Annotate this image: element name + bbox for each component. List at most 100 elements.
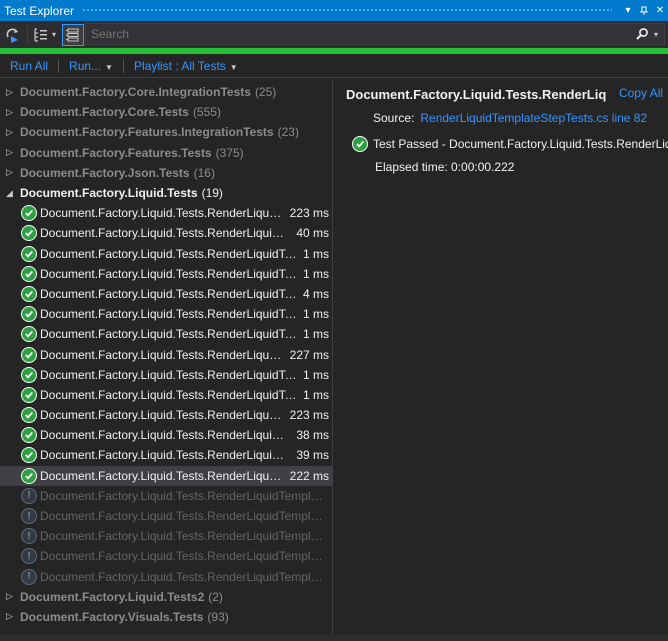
test-name: Document.Factory.Liquid.Tests.RenderLiqu… — [40, 246, 297, 261]
passed-icon — [21, 407, 37, 424]
test-item[interactable]: ! Document.Factory.Liquid.Tests.RenderLiq… — [0, 506, 332, 526]
test-group[interactable]: ▷ Document.Factory.Features.IntegrationTe… — [0, 122, 332, 142]
test-item[interactable]: ! Document.Factory.Liquid.Tests.RenderLiq… — [0, 526, 332, 546]
search-box[interactable]: ▾ — [85, 23, 665, 45]
copy-all-link[interactable]: Copy All — [619, 86, 663, 100]
test-item[interactable]: ! Document.Factory.Liquid.Tests.RenderLiq… — [0, 567, 332, 587]
test-item[interactable]: Document.Factory.Liquid.Tests.RenderLiqu… — [0, 365, 332, 385]
passed-icon — [21, 386, 37, 403]
test-name: Document.Factory.Liquid.Tests.RenderLiqu… — [40, 549, 323, 564]
elapsed-time: Elapsed time: 0:00:00.222 — [375, 160, 515, 174]
expand-arrow-icon[interactable]: ▷ — [6, 87, 20, 98]
test-duration: 40 ms — [296, 226, 329, 241]
passed-icon — [21, 265, 37, 282]
group-by-button[interactable] — [30, 24, 52, 46]
test-item[interactable]: Document.Factory.Liquid.Tests.RenderLiqu… — [0, 344, 332, 364]
window-menu-button[interactable]: ▾ — [620, 5, 636, 16]
passed-icon — [21, 346, 37, 363]
test-name: Document.Factory.Liquid.Tests.RenderLiqu… — [40, 387, 297, 402]
test-detail-pane: Document.Factory.Liquid.Tests.RenderLiq … — [333, 80, 668, 635]
passed-icon — [21, 366, 37, 383]
test-duration: 1 ms — [302, 307, 329, 322]
run-all-label: Run All — [10, 59, 49, 73]
run-all-link[interactable]: Run All — [6, 59, 52, 73]
search-input[interactable] — [86, 24, 630, 44]
test-group[interactable]: ▷ Document.Factory.Features.Tests (375) — [0, 143, 332, 163]
toolbar: ▾ ▾ — [0, 21, 668, 48]
group-name: Document.Factory.Core.Tests — [20, 105, 189, 120]
test-group[interactable]: ◢ Document.Factory.Liquid.Tests (19) — [0, 183, 332, 203]
test-item[interactable]: Document.Factory.Liquid.Tests.RenderLiqu… — [0, 223, 332, 243]
group-count: (375) — [215, 145, 244, 160]
test-item[interactable]: ! Document.Factory.Liquid.Tests.RenderLiq… — [0, 546, 332, 566]
test-duration: 39 ms — [296, 448, 329, 463]
test-item[interactable]: Document.Factory.Liquid.Tests.RenderLiqu… — [0, 425, 332, 445]
test-item[interactable]: Document.Factory.Liquid.Tests.RenderLiqu… — [0, 324, 332, 344]
test-name: Document.Factory.Liquid.Tests.RenderLiqu… — [40, 286, 297, 301]
command-bar-divider — [0, 77, 668, 78]
title-grip[interactable] — [82, 8, 612, 13]
run-label: Run... — [69, 59, 102, 73]
group-count: (19) — [201, 186, 223, 201]
test-group[interactable]: ▷ Document.Factory.Core.Tests (555) — [0, 102, 332, 122]
test-name: Document.Factory.Liquid.Tests.RenderLiqu… — [40, 468, 284, 483]
playlist-link[interactable]: Playlist : All Tests ▼ — [130, 59, 242, 73]
passed-icon — [21, 427, 37, 444]
test-group[interactable]: ▷ Document.Factory.Core.IntegrationTests(… — [0, 82, 332, 102]
test-item[interactable]: Document.Factory.Liquid.Tests.RenderLiqu… — [0, 304, 332, 324]
test-item[interactable]: Document.Factory.Liquid.Tests.RenderLiqu… — [0, 203, 332, 223]
search-icon[interactable] — [630, 27, 654, 41]
show-test-hierarchy-button[interactable] — [62, 23, 84, 46]
source-link[interactable]: RenderLiquidTemplateStepTests.cs line 82 — [420, 111, 647, 125]
hierarchy-icon — [66, 28, 79, 41]
group-count: (93) — [207, 609, 229, 624]
test-duration: 1 ms — [302, 387, 329, 402]
not-run-icon: ! — [21, 487, 37, 504]
command-bar: Run All Run... ▼ Playlist : All Tests ▼ — [0, 54, 668, 78]
test-name: Document.Factory.Liquid.Tests.RenderLiqu… — [40, 569, 323, 584]
test-item[interactable]: Document.Factory.Liquid.Tests.RenderLiqu… — [0, 264, 332, 284]
group-by-dropdown[interactable]: ▾ — [52, 30, 62, 39]
group-name: Document.Factory.Core.IntegrationTests — [20, 85, 251, 100]
test-item[interactable]: ! Document.Factory.Liquid.Tests.RenderLiq… — [0, 486, 332, 506]
expand-arrow-icon[interactable]: ▷ — [6, 167, 20, 178]
search-options-dropdown[interactable]: ▾ — [654, 30, 664, 39]
title-bar: Test Explorer ▾ ✕ — [0, 0, 668, 21]
test-duration: 223 ms — [289, 206, 329, 221]
window-title: Test Explorer — [4, 3, 75, 18]
expand-arrow-icon[interactable]: ▷ — [6, 611, 20, 622]
run-tests-after-build-button[interactable] — [3, 24, 25, 46]
group-count: (25) — [254, 85, 277, 100]
test-group[interactable]: ▷ Document.Factory.Json.Tests (16) — [0, 163, 332, 183]
test-duration: 227 ms — [289, 347, 329, 362]
test-name: Document.Factory.Liquid.Tests.RenderLiqu… — [40, 448, 291, 463]
test-group[interactable]: ▷ Document.Factory.Liquid.Tests2 (2) — [0, 587, 332, 607]
test-name: Document.Factory.Liquid.Tests.RenderLiqu… — [40, 226, 291, 241]
close-button[interactable]: ✕ — [652, 5, 668, 16]
pin-icon[interactable] — [636, 6, 652, 16]
test-item[interactable]: Document.Factory.Liquid.Tests.RenderLiqu… — [0, 244, 332, 264]
expand-arrow-icon[interactable]: ▷ — [6, 107, 20, 118]
test-item[interactable]: Document.Factory.Liquid.Tests.RenderLiqu… — [0, 445, 332, 465]
test-item[interactable]: Document.Factory.Liquid.Tests.RenderLiqu… — [0, 284, 332, 304]
test-name: Document.Factory.Liquid.Tests.RenderLiqu… — [40, 206, 284, 221]
group-name: Document.Factory.Features.Tests — [20, 145, 212, 160]
source-label: Source: — [373, 111, 415, 125]
collapse-arrow-icon[interactable]: ◢ — [6, 188, 20, 199]
passed-icon — [21, 245, 37, 262]
test-item[interactable]: Document.Factory.Liquid.Tests.RenderLiqu… — [0, 465, 332, 486]
group-count: (23) — [277, 125, 299, 140]
expand-arrow-icon[interactable]: ▷ — [6, 147, 20, 158]
expand-arrow-icon[interactable]: ▷ — [6, 127, 20, 138]
group-count: (16) — [193, 165, 215, 180]
expand-arrow-icon[interactable]: ▷ — [6, 591, 20, 602]
run-menu-link[interactable]: Run... ▼ — [65, 59, 117, 73]
group-name: Document.Factory.Visuals.Tests — [20, 609, 204, 624]
not-run-icon: ! — [21, 508, 37, 525]
run-dropdown-icon: ▼ — [105, 63, 113, 72]
test-item[interactable]: Document.Factory.Liquid.Tests.RenderLiqu… — [0, 405, 332, 425]
toolbar-separator — [27, 25, 28, 44]
test-group[interactable]: ▷ Document.Factory.Visuals.Tests (93) — [0, 607, 332, 627]
test-item[interactable]: Document.Factory.Liquid.Tests.RenderLiqu… — [0, 385, 332, 405]
not-run-icon: ! — [21, 548, 37, 565]
